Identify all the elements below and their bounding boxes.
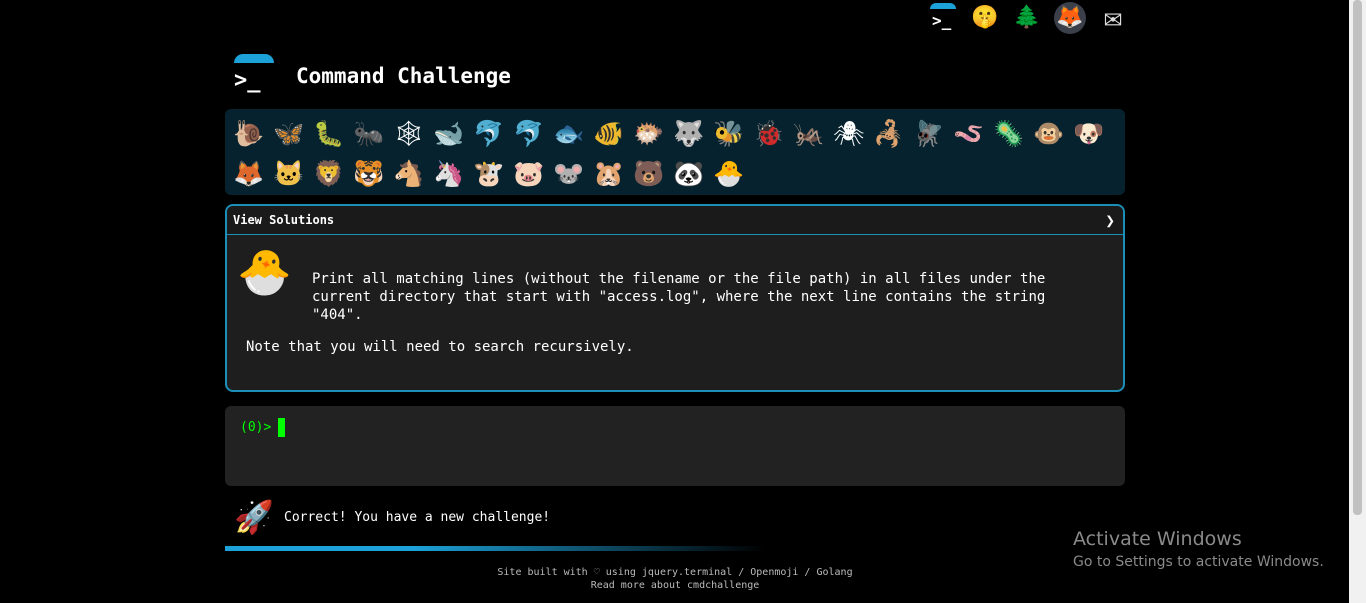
challenge-animal-icon[interactable]: 🐴 [389,153,429,193]
footer-read-more-link[interactable]: Read more about cmdchallenge [225,579,1125,592]
challenge-animal-icon[interactable]: 🐞 [749,113,789,153]
challenge-animal-icon[interactable]: 🐟 [549,113,589,153]
challenge-animal-icon[interactable]: 🐶 [1069,113,1109,153]
challenge-animal-icon[interactable]: 🐝 [709,113,749,153]
shushing-face-icon[interactable]: 🤫 [970,3,1000,33]
challenge-animal-strip: 🐌 🦋 🐛 🐜 🕸 🐋 🐬 🐬 🐟 🐠 🐡 🐺 🐝 🐞 🦗 🕷 🦂 🪰 🪱 🦠 🐵 🐶 🦊 🐱 🦁 🐯 🐴 🦄 🐮 🐷 🐭 🐹 🐻 🐼 🐣 [225,109,1125,195]
challenge-animal-icon[interactable]: 🪱 [949,113,989,153]
challenge-animal-icon[interactable]: 🦊 [229,153,269,193]
activate-windows-watermark: Activate Windows Go to Settings to activ… [1073,528,1324,572]
challenge-animal-icon[interactable]: 🐜 [349,113,389,153]
challenge-animal-icon[interactable]: 🐼 [669,153,709,193]
challenge-animal-icon[interactable]: 🐣 [709,153,749,193]
tree-icon[interactable]: 🌲 [1012,3,1042,33]
challenge-animal-icon[interactable]: 🐬 [469,113,509,153]
activate-windows-subtitle: Go to Settings to activate Windows. [1073,554,1324,570]
challenge-animal-icon[interactable]: 🐻 [629,153,669,193]
mail-icon[interactable]: ✉ [1098,3,1128,33]
challenge-animal-icon[interactable]: 🐬 [509,113,549,153]
challenge-animal-icon[interactable]: 🕸 [389,113,429,153]
gitlab-icon[interactable]: 🦊 [1054,2,1086,34]
challenge-description: Print all matching lines (without the fi… [312,271,1046,323]
terminal-cursor [278,418,286,437]
challenge-panel: View Solutions ❯ 🐣 Print all matching li… [225,204,1125,392]
terminal-prompt: (0)> [240,420,272,435]
challenge-animal-icon[interactable]: 🪰 [909,113,949,153]
cmdchallenge-logo-icon[interactable]: >_ [928,3,958,33]
footer-credits[interactable]: Site built with ♡ using jquery.terminal … [225,566,1125,579]
challenge-animal-icon[interactable]: 🐷 [509,153,549,193]
status-text: Correct! You have a new challenge! [284,509,551,525]
challenge-animal-icon[interactable]: 🐋 [429,113,469,153]
progress-bar [225,546,765,551]
activate-windows-title: Activate Windows [1073,528,1242,550]
challenge-animal-icon[interactable]: 🐺 [669,113,709,153]
challenge-animal-icon[interactable]: 🦂 [869,113,909,153]
challenge-animal-icon[interactable]: 🐡 [629,113,669,153]
top-icon-bar: >_ 🤫 🌲 🦊 ✉ [928,2,1128,34]
rocket-icon: 🚀 [234,498,274,536]
terminal-prompt-line[interactable]: (0)> [240,418,1110,437]
site-logo-icon[interactable]: >_ [232,54,276,98]
footer: Site built with ♡ using jquery.terminal … [225,566,1125,592]
challenge-animal-icon[interactable]: 🐠 [589,113,629,153]
challenge-animal-icon[interactable]: 🐱 [269,153,309,193]
challenge-animal-icon[interactable]: 🐮 [469,153,509,193]
challenge-body: 🐣 Print all matching lines (without the … [227,235,1123,390]
challenge-animal-icon[interactable]: 🦁 [309,153,349,193]
challenge-animal-icon[interactable]: 🐛 [309,113,349,153]
scrollbar-thumb[interactable] [1353,0,1362,515]
header: >_ Command Challenge [232,48,511,104]
challenge-animal-icon[interactable]: 🦄 [429,153,469,193]
status-message: 🚀 Correct! You have a new challenge! [232,497,550,537]
hatching-chick-icon: 🐣 [237,247,292,298]
challenge-animal-icon[interactable]: 🐵 [1029,113,1069,153]
view-solutions-toggle[interactable]: View Solutions ❯ [227,206,1123,235]
challenge-animal-icon[interactable]: 🦠 [989,113,1029,153]
chevron-right-icon: ❯ [1105,210,1115,230]
terminal[interactable]: (0)> [225,406,1125,486]
challenge-animal-icon[interactable]: 🐌 [229,113,269,153]
challenge-animal-icon[interactable]: 🦋 [269,113,309,153]
challenge-animal-icon[interactable]: 🦗 [789,113,829,153]
challenge-animal-icon[interactable]: 🐯 [349,153,389,193]
view-solutions-label: View Solutions [233,213,335,227]
challenge-animal-icon[interactable]: 🐭 [549,153,589,193]
page-scrollbar[interactable] [1349,0,1366,603]
challenge-note: Note that you will need to search recurs… [246,339,634,355]
challenge-animal-icon[interactable]: 🕷 [829,113,869,153]
challenge-animal-icon[interactable]: 🐹 [589,153,629,193]
page-title: Command Challenge [296,64,511,88]
